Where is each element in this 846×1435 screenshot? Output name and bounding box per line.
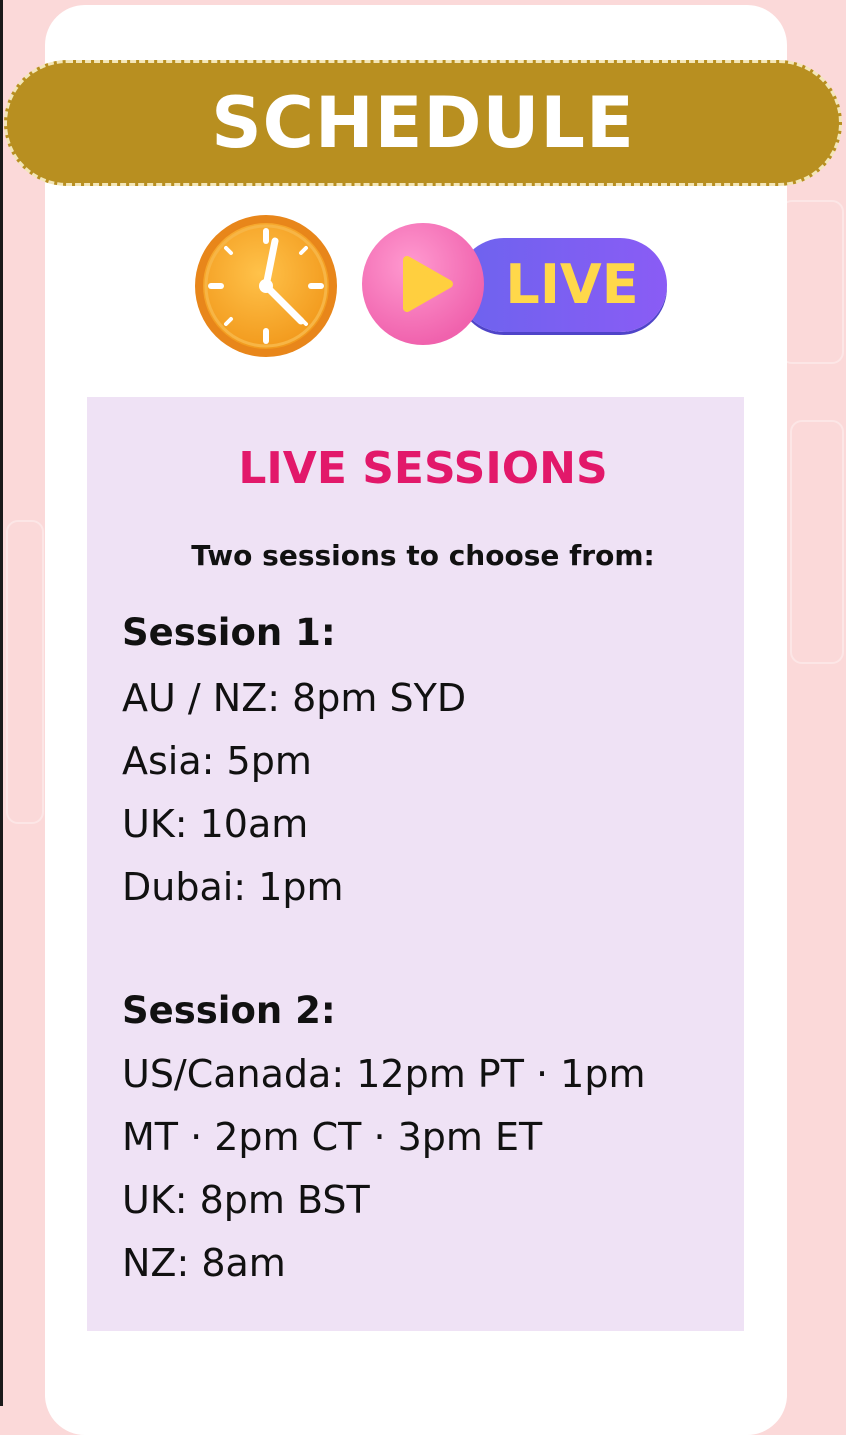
- banner-title: SCHEDULE: [211, 82, 635, 164]
- session-1-line: UK: 10am: [122, 802, 309, 846]
- clock-icon: [193, 213, 339, 359]
- session-2-line: MT · 2pm CT · 3pm ET: [122, 1115, 543, 1159]
- session-1-line: Asia: 5pm: [122, 739, 312, 783]
- session-1-line: Dubai: 1pm: [122, 865, 344, 909]
- schedule-banner: SCHEDULE: [4, 60, 842, 186]
- session-1-heading: Session 1:: [122, 611, 336, 654]
- play-icon: [361, 222, 485, 346]
- session-2-line: US/Canada: 12pm PT · 1pm: [122, 1052, 646, 1096]
- background-decoration: [780, 200, 844, 364]
- session-1-line: AU / NZ: 8pm SYD: [122, 676, 467, 720]
- panel-subtitle: Two sessions to choose from:: [191, 539, 655, 572]
- live-badge: LIVE: [361, 222, 667, 346]
- session-2-heading: Session 2:: [122, 989, 336, 1032]
- panel-title: LIVE SESSIONS: [238, 443, 608, 494]
- left-edge-border: [0, 0, 3, 1406]
- session-2-line: NZ: 8am: [122, 1241, 286, 1285]
- session-2-line: UK: 8pm BST: [122, 1178, 370, 1222]
- live-label: LIVE: [505, 252, 639, 316]
